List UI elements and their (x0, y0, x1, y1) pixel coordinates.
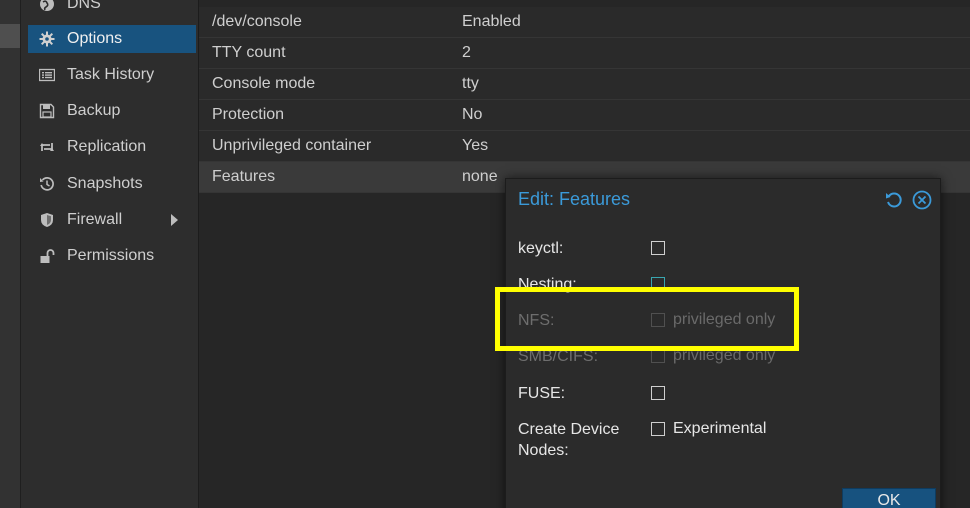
sidebar-item-options[interactable]: Options (28, 25, 196, 53)
globe-icon (38, 0, 56, 13)
table-row[interactable]: Unprivileged container Yes (199, 131, 970, 162)
keyctl-checkbox[interactable] (651, 241, 665, 255)
annotation-highlight-box (495, 287, 799, 351)
dialog-title: Edit: Features (518, 189, 631, 209)
reset-icon[interactable] (884, 190, 904, 210)
fuse-checkbox[interactable] (651, 386, 665, 400)
option-key: Unprivileged container (212, 137, 372, 154)
create-device-nodes-checkbox[interactable] (651, 422, 665, 436)
field-label: keyctl: (518, 240, 564, 257)
unlock-icon (38, 247, 56, 265)
sidebar-item-label: Snapshots (67, 175, 143, 192)
resource-tree-strip (0, 0, 21, 508)
option-value: Enabled (462, 13, 521, 30)
option-value: none (462, 168, 498, 185)
sidebar-item-task-history[interactable]: Task History (28, 61, 196, 89)
gear-icon (38, 30, 56, 48)
app-root: DNS Options Task History Backup Replicat (0, 0, 970, 508)
sidebar-item-firewall[interactable]: Firewall (28, 206, 196, 234)
sidebar-item-label: Permissions (67, 247, 155, 264)
option-key: Protection (212, 106, 285, 123)
sidebar-item-permissions[interactable]: Permissions (28, 242, 196, 270)
sidebar: DNS Options Task History Backup Replicat (21, 0, 199, 508)
option-value: No (462, 106, 483, 123)
table-row[interactable]: /dev/console Enabled (199, 7, 970, 38)
option-key: TTY count (212, 44, 286, 61)
resource-tree-selected-node[interactable] (0, 24, 20, 48)
checkbox-caption: Experimental (673, 420, 767, 437)
sidebar-item-label: Replication (67, 138, 147, 155)
sidebar-item-snapshots[interactable]: Snapshots (28, 170, 196, 198)
option-value: tty (462, 75, 479, 92)
sidebar-item-label: Backup (67, 102, 121, 119)
smb-cifs-checkbox (651, 349, 665, 363)
option-key: Features (212, 168, 276, 185)
close-icon[interactable] (912, 190, 932, 210)
field-label: FUSE: (518, 385, 566, 402)
retweet-icon (38, 138, 56, 156)
sidebar-item-replication[interactable]: Replication (28, 133, 196, 161)
table-row[interactable]: Protection No (199, 100, 970, 131)
table-row[interactable]: Console mode tty (199, 69, 970, 100)
sidebar-item-backup[interactable]: Backup (28, 97, 196, 125)
sidebar-item-label: Firewall (67, 211, 123, 228)
list-icon (38, 66, 56, 84)
option-key: Console mode (212, 75, 316, 92)
submenu-arrow-icon[interactable] (171, 214, 178, 226)
option-value: 2 (462, 44, 471, 61)
sidebar-item-label: DNS (67, 0, 101, 12)
field-label: Create Device Nodes: (518, 421, 620, 459)
option-value: Yes (462, 137, 489, 154)
ok-button[interactable]: OK (842, 488, 936, 508)
shield-icon (38, 211, 56, 229)
sidebar-item-label: Options (67, 30, 123, 47)
floppy-icon (38, 102, 56, 120)
sidebar-item-dns[interactable]: DNS (28, 0, 196, 18)
option-key: /dev/console (212, 13, 302, 30)
history-icon (38, 175, 56, 193)
sidebar-item-label: Task History (67, 66, 155, 83)
table-row[interactable]: TTY count 2 (199, 38, 970, 69)
